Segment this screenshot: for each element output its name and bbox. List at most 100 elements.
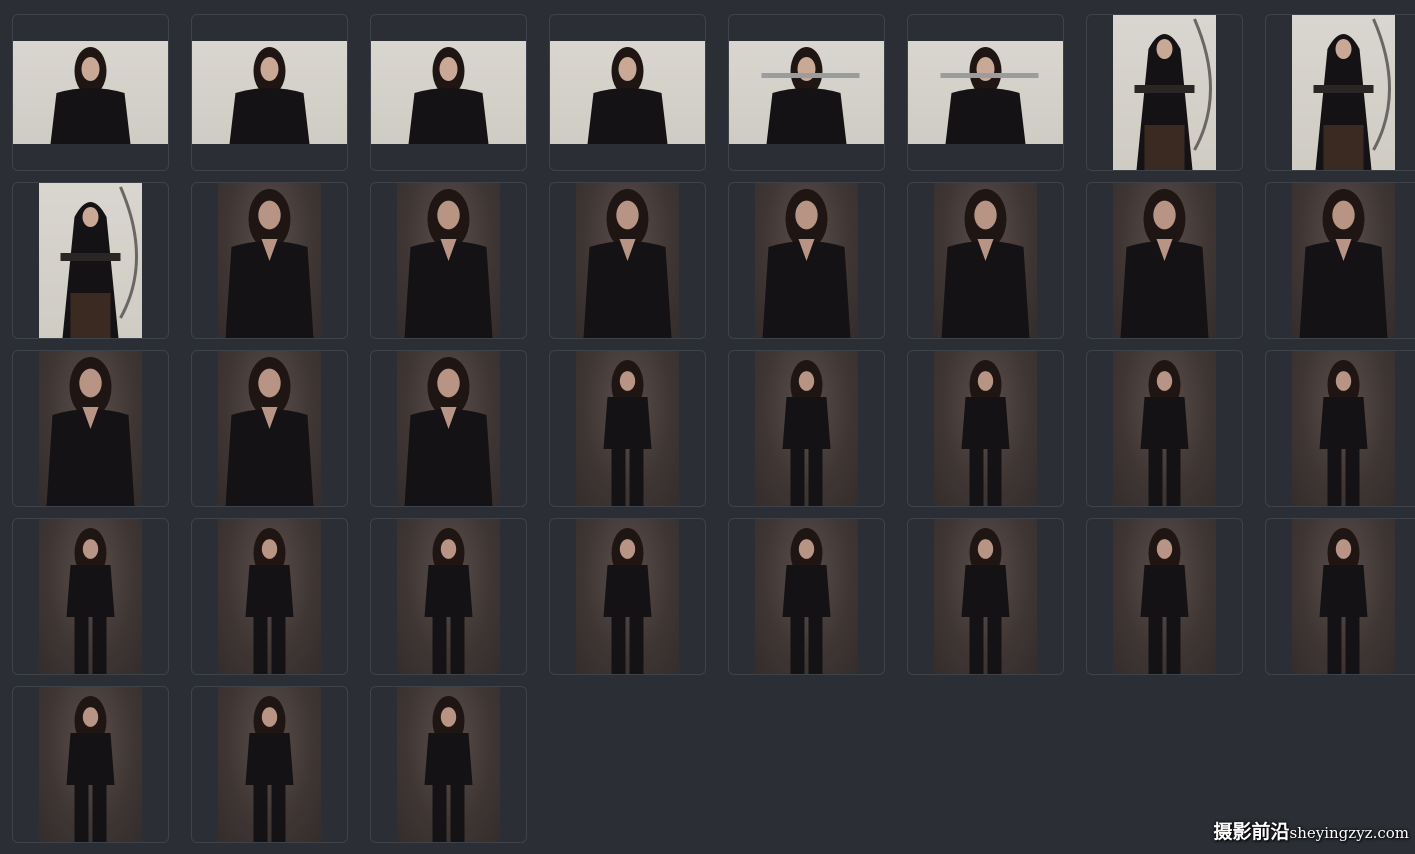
thumbnail-image[interactable] — [934, 519, 1037, 674]
thumbnail-image[interactable] — [397, 351, 500, 506]
thumbnail-cell[interactable] — [370, 686, 527, 843]
photo-figure — [940, 47, 1039, 144]
thumbnail-image[interactable] — [755, 351, 858, 506]
thumbnail-image[interactable] — [934, 351, 1037, 506]
photo-figure — [1319, 360, 1368, 506]
thumbnail-cell[interactable] — [191, 182, 348, 339]
thumbnail-image[interactable] — [755, 519, 858, 674]
photo-figure — [1120, 189, 1209, 338]
thumbnail-image[interactable] — [1292, 183, 1395, 338]
thumbnail-image[interactable] — [218, 519, 321, 674]
photo-figure — [404, 357, 493, 506]
thumbnail-cell[interactable] — [1086, 350, 1243, 507]
thumbnail-image[interactable] — [934, 183, 1037, 338]
thumbnail-image[interactable] — [755, 183, 858, 338]
photo-figure — [1299, 189, 1388, 338]
photo-figure — [66, 696, 115, 842]
thumbnail-cell[interactable] — [549, 518, 706, 675]
thumbnail-cell[interactable] — [191, 14, 348, 171]
thumbnail-cell[interactable] — [1086, 182, 1243, 339]
thumbnail-gallery — [12, 14, 1415, 843]
photo-figure — [408, 47, 489, 144]
thumbnail-image[interactable] — [1113, 15, 1216, 170]
thumbnail-cell[interactable] — [370, 182, 527, 339]
photo-figure — [961, 528, 1010, 674]
thumbnail-cell[interactable] — [728, 518, 885, 675]
thumbnail-image[interactable] — [576, 519, 679, 674]
thumbnail-image[interactable] — [218, 687, 321, 842]
photo-figure — [1140, 360, 1189, 506]
thumbnail-image[interactable] — [397, 183, 500, 338]
photo-figure — [1319, 528, 1368, 674]
thumbnail-image[interactable] — [397, 687, 500, 842]
thumbnail-cell[interactable] — [12, 14, 169, 171]
thumbnail-image[interactable] — [908, 41, 1063, 144]
thumbnail-cell[interactable] — [1086, 518, 1243, 675]
thumbnail-image[interactable] — [1113, 351, 1216, 506]
thumbnail-image[interactable] — [218, 183, 321, 338]
thumbnail-image[interactable] — [397, 519, 500, 674]
thumbnail-cell[interactable] — [907, 518, 1064, 675]
photo-figure — [66, 528, 115, 674]
thumbnail-cell[interactable] — [549, 350, 706, 507]
thumbnail-cell[interactable] — [728, 182, 885, 339]
thumbnail-cell[interactable] — [1265, 182, 1415, 339]
thumbnail-cell[interactable] — [728, 14, 885, 171]
thumbnail-cell[interactable] — [1265, 350, 1415, 507]
thumbnail-cell[interactable] — [12, 518, 169, 675]
thumbnail-image[interactable] — [550, 41, 705, 144]
watermark-domain: sheyingzyz.com — [1289, 824, 1409, 842]
thumbnail-cell[interactable] — [370, 518, 527, 675]
thumbnail-cell[interactable] — [549, 182, 706, 339]
thumbnail-cell[interactable] — [549, 14, 706, 171]
photo-figure — [941, 189, 1030, 338]
thumbnail-cell[interactable] — [728, 350, 885, 507]
photo-figure — [50, 47, 131, 144]
thumbnail-image[interactable] — [576, 183, 679, 338]
photo-figure — [245, 528, 294, 674]
thumbnail-cell[interactable] — [370, 350, 527, 507]
photo-figure — [404, 189, 493, 338]
photo-figure — [225, 357, 314, 506]
thumbnail-image[interactable] — [371, 41, 526, 144]
thumbnail-image[interactable] — [1292, 15, 1395, 170]
thumbnail-cell[interactable] — [1086, 14, 1243, 171]
photo-figure — [1313, 18, 1391, 170]
thumbnail-image[interactable] — [39, 183, 142, 338]
thumbnail-image[interactable] — [39, 687, 142, 842]
thumbnail-cell[interactable] — [191, 350, 348, 507]
photo-figure — [761, 47, 860, 144]
thumbnail-cell[interactable] — [12, 350, 169, 507]
photo-figure — [603, 528, 652, 674]
thumbnail-cell[interactable] — [12, 182, 169, 339]
thumbnail-cell[interactable] — [907, 182, 1064, 339]
thumbnail-cell[interactable] — [1265, 14, 1415, 171]
thumbnail-image[interactable] — [13, 41, 168, 144]
thumbnail-image[interactable] — [1292, 351, 1395, 506]
thumbnail-image[interactable] — [576, 351, 679, 506]
photo-figure — [782, 360, 831, 506]
photo-figure — [46, 357, 135, 506]
thumbnail-cell[interactable] — [907, 350, 1064, 507]
photo-figure — [782, 528, 831, 674]
thumbnail-image[interactable] — [192, 41, 347, 144]
thumbnail-image[interactable] — [1292, 519, 1395, 674]
thumbnail-cell[interactable] — [370, 14, 527, 171]
thumbnail-image[interactable] — [729, 41, 884, 144]
thumbnail-image[interactable] — [39, 519, 142, 674]
photo-figure — [225, 189, 314, 338]
thumbnail-cell[interactable] — [1265, 518, 1415, 675]
photo-figure — [583, 189, 672, 338]
thumbnail-cell[interactable] — [191, 686, 348, 843]
photo-figure — [961, 360, 1010, 506]
watermark-text: 摄影前沿 — [1213, 821, 1290, 843]
thumbnail-cell[interactable] — [907, 14, 1064, 171]
photo-figure — [1134, 18, 1212, 170]
thumbnail-image[interactable] — [1113, 183, 1216, 338]
thumbnail-cell[interactable] — [191, 518, 348, 675]
thumbnail-cell[interactable] — [12, 686, 169, 843]
thumbnail-image[interactable] — [39, 351, 142, 506]
photo-figure — [229, 47, 310, 144]
thumbnail-image[interactable] — [1113, 519, 1216, 674]
thumbnail-image[interactable] — [218, 351, 321, 506]
